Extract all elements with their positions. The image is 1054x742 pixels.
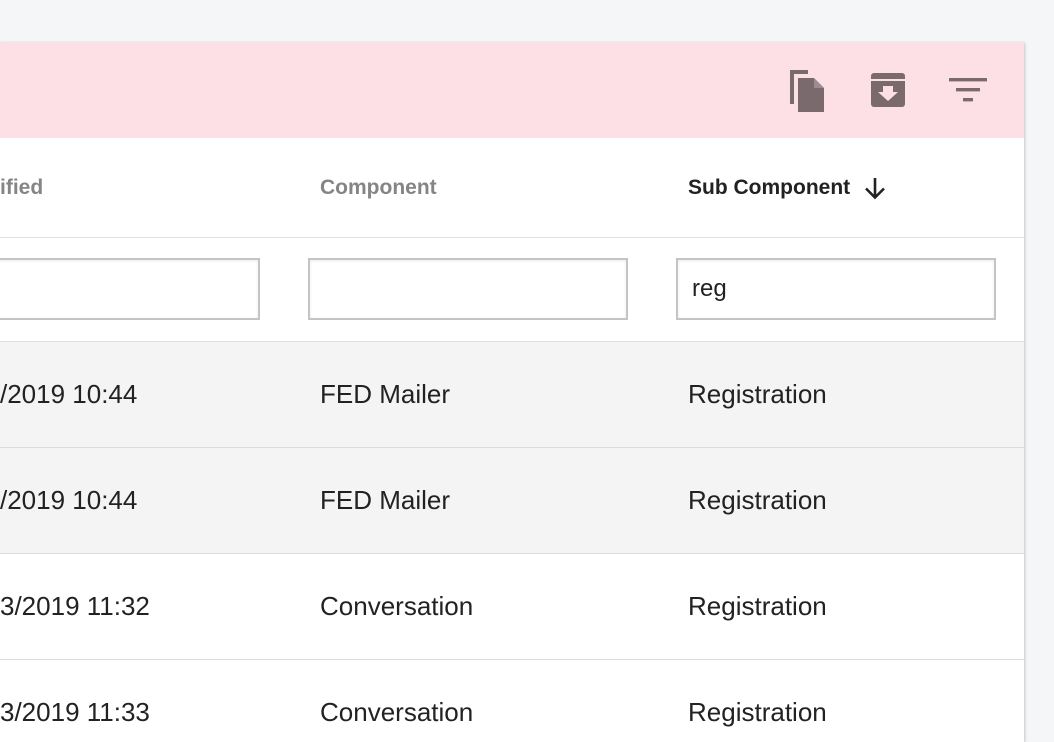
modified-cell: /2019 10:44 <box>0 485 138 515</box>
column-header-label: ified <box>0 175 44 199</box>
filter-row <box>0 238 1024 342</box>
component-cell: Conversation <box>320 591 474 621</box>
arrow-down-icon <box>862 175 888 201</box>
table-row[interactable]: 3/2019 11:32 Conversation Registration <box>0 554 1024 660</box>
modified-cell: 3/2019 11:33 <box>0 697 150 727</box>
modified-cell: 3/2019 11:32 <box>0 591 150 621</box>
table-toolbar <box>0 42 1024 138</box>
component-cell: FED Mailer <box>320 485 451 515</box>
sub-component-filter-input[interactable] <box>676 258 996 320</box>
filter-icon <box>949 78 987 102</box>
component-cell: FED Mailer <box>320 379 451 409</box>
table-row[interactable]: 3/2019 11:33 Conversation Registration <box>0 660 1024 742</box>
column-header-label: Sub Component <box>688 175 851 199</box>
copy-button[interactable] <box>782 66 830 114</box>
table-row[interactable]: /2019 10:44 FED Mailer Registration <box>0 342 1024 448</box>
sub-component-cell: Registration <box>688 379 827 409</box>
column-header-label: Component <box>320 175 437 199</box>
component-filter-input[interactable] <box>308 258 628 320</box>
column-header-component[interactable]: Component <box>320 138 437 237</box>
copy-icon <box>790 70 824 112</box>
sub-component-cell: Registration <box>688 591 827 621</box>
column-header-sub-component[interactable]: Sub Component <box>688 138 888 237</box>
archive-download-icon <box>871 73 905 107</box>
column-header-modified[interactable]: ified <box>0 138 43 237</box>
filter-button[interactable] <box>944 66 992 114</box>
archive-download-button[interactable] <box>864 66 912 114</box>
table-header-row: ified Component Sub Component <box>0 138 1024 238</box>
data-table-card: ified Component Sub Component /2019 10:4… <box>0 42 1024 742</box>
modified-cell: /2019 10:44 <box>0 379 138 409</box>
component-cell: Conversation <box>320 697 474 727</box>
sub-component-cell: Registration <box>688 485 827 515</box>
sub-component-cell: Registration <box>688 697 827 727</box>
modified-filter-input[interactable] <box>0 258 260 320</box>
table-row[interactable]: /2019 10:44 FED Mailer Registration <box>0 448 1024 554</box>
